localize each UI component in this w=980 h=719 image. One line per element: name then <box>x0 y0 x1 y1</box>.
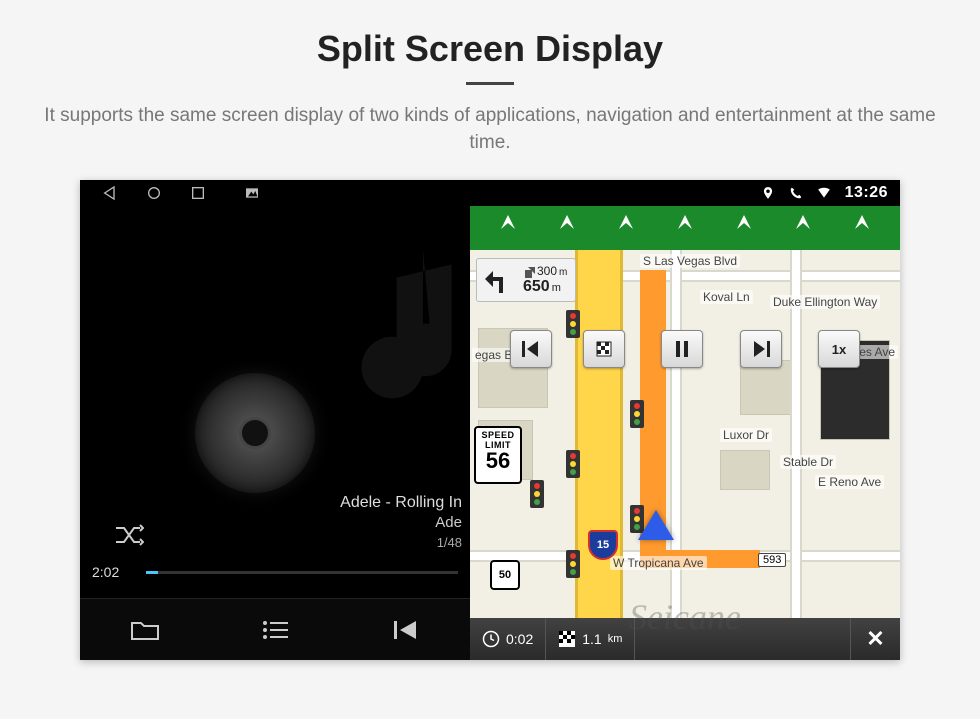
nav-bottom-bar: 0:02 1.1 km ✕ <box>470 618 900 660</box>
street-label: Koval Ln <box>700 290 753 304</box>
lane-arrow-icon <box>615 211 637 245</box>
exit-number: 593 <box>758 553 786 567</box>
speed-limit-label: SPEED LIMIT <box>476 430 520 450</box>
device-frame: Adele - Rolling In Ade 1/48 2:02 <box>80 180 900 660</box>
track-index: 1/48 <box>340 535 462 550</box>
home-icon[interactable] <box>146 185 162 201</box>
speed-limit-value: 56 <box>476 450 520 472</box>
previous-track-button[interactable] <box>387 612 423 648</box>
traffic-light-icon <box>630 400 644 428</box>
page-subtitle: It supports the same screen display of t… <box>0 103 980 156</box>
vehicle-arrow-icon <box>638 510 674 540</box>
recent-apps-icon[interactable] <box>190 185 206 201</box>
nav-close-button[interactable]: ✕ <box>850 618 900 660</box>
route-speed-button[interactable]: 1x <box>818 330 860 368</box>
android-nav-bar <box>80 180 470 206</box>
current-turn-distance-unit: m <box>552 282 561 294</box>
traffic-light-icon <box>566 450 580 478</box>
lane-arrow-icon <box>674 211 696 245</box>
lane-arrow-icon <box>851 211 873 245</box>
image-icon[interactable] <box>244 185 260 201</box>
up-right-icon <box>523 266 535 278</box>
upcoming-distance: 300 <box>537 264 557 278</box>
us-route-shield: 50 <box>490 560 520 590</box>
lane-arrow-icon <box>792 211 814 245</box>
music-panel: Adele - Rolling In Ade 1/48 2:02 <box>80 180 470 660</box>
nav-distance-segment[interactable]: 1.1 km <box>546 618 635 660</box>
turn-left-icon <box>483 263 517 297</box>
street-label: Stable Dr <box>780 455 836 469</box>
route-prev-button[interactable] <box>510 330 552 368</box>
lane-arrow-icon <box>497 211 519 245</box>
nav-eta: 0:02 <box>506 631 533 647</box>
upcoming-distance-unit: m <box>559 267 567 278</box>
album-disc[interactable] <box>195 373 315 493</box>
map-canvas[interactable]: S Las Vegas Blvd W Tropicana Ave Koval L… <box>470 250 900 618</box>
progress-row: 2:02 <box>92 564 458 580</box>
nav-distance-unit: km <box>608 633 623 645</box>
track-info: Adele - Rolling In Ade 1/48 <box>340 494 462 550</box>
speed-limit-sign: SPEED LIMIT 56 <box>474 426 522 484</box>
street-label: Luxor Dr <box>720 428 772 442</box>
progress-bar[interactable] <box>146 571 458 574</box>
track-artist: Ade <box>340 514 462 531</box>
music-bottom-bar <box>80 598 470 660</box>
navigation-panel: 13:26 <box>470 180 900 660</box>
lane-arrow-icon <box>556 211 578 245</box>
title-underline <box>466 82 514 85</box>
playlist-button[interactable] <box>257 612 293 648</box>
route-pause-button[interactable] <box>661 330 703 368</box>
lane-arrow-icon <box>733 211 755 245</box>
track-title: Adele - Rolling In <box>340 494 462 512</box>
back-icon[interactable] <box>102 185 118 201</box>
street-label: W Tropicana Ave <box>610 556 707 570</box>
clock-icon <box>482 630 500 648</box>
route-next-button[interactable] <box>740 330 782 368</box>
shuffle-button[interactable] <box>114 524 144 546</box>
elapsed-time: 2:02 <box>92 564 136 580</box>
wifi-icon <box>817 186 831 200</box>
progress-fill <box>146 571 158 574</box>
interstate-shield: 15 <box>588 530 618 560</box>
route-flag-button[interactable] <box>583 330 625 368</box>
nav-clock-segment[interactable]: 0:02 <box>470 618 546 660</box>
current-turn-distance: 650 <box>523 278 550 296</box>
location-icon <box>761 186 775 200</box>
phone-icon <box>789 186 803 200</box>
page-title: Split Screen Display <box>0 0 980 70</box>
building-block <box>720 450 770 490</box>
nav-distance: 1.1 <box>582 631 601 647</box>
folder-button[interactable] <box>127 612 163 648</box>
music-note-icon <box>280 216 500 436</box>
street-label: S Las Vegas Blvd <box>640 254 740 268</box>
route-playback-controls: 1x <box>510 330 860 368</box>
lane-guidance-bar <box>470 206 900 250</box>
turn-instruction-panel: 300 m 650 m <box>476 258 576 302</box>
street-label: E Reno Ave <box>815 475 884 489</box>
status-bar: 13:26 <box>470 180 900 206</box>
street-label: Duke Ellington Way <box>770 295 880 309</box>
finish-flag-icon <box>558 630 576 648</box>
music-body: Adele - Rolling In Ade 1/48 2:02 <box>80 206 470 660</box>
traffic-light-icon <box>530 480 544 508</box>
traffic-light-icon <box>566 550 580 578</box>
clock: 13:26 <box>845 184 888 202</box>
